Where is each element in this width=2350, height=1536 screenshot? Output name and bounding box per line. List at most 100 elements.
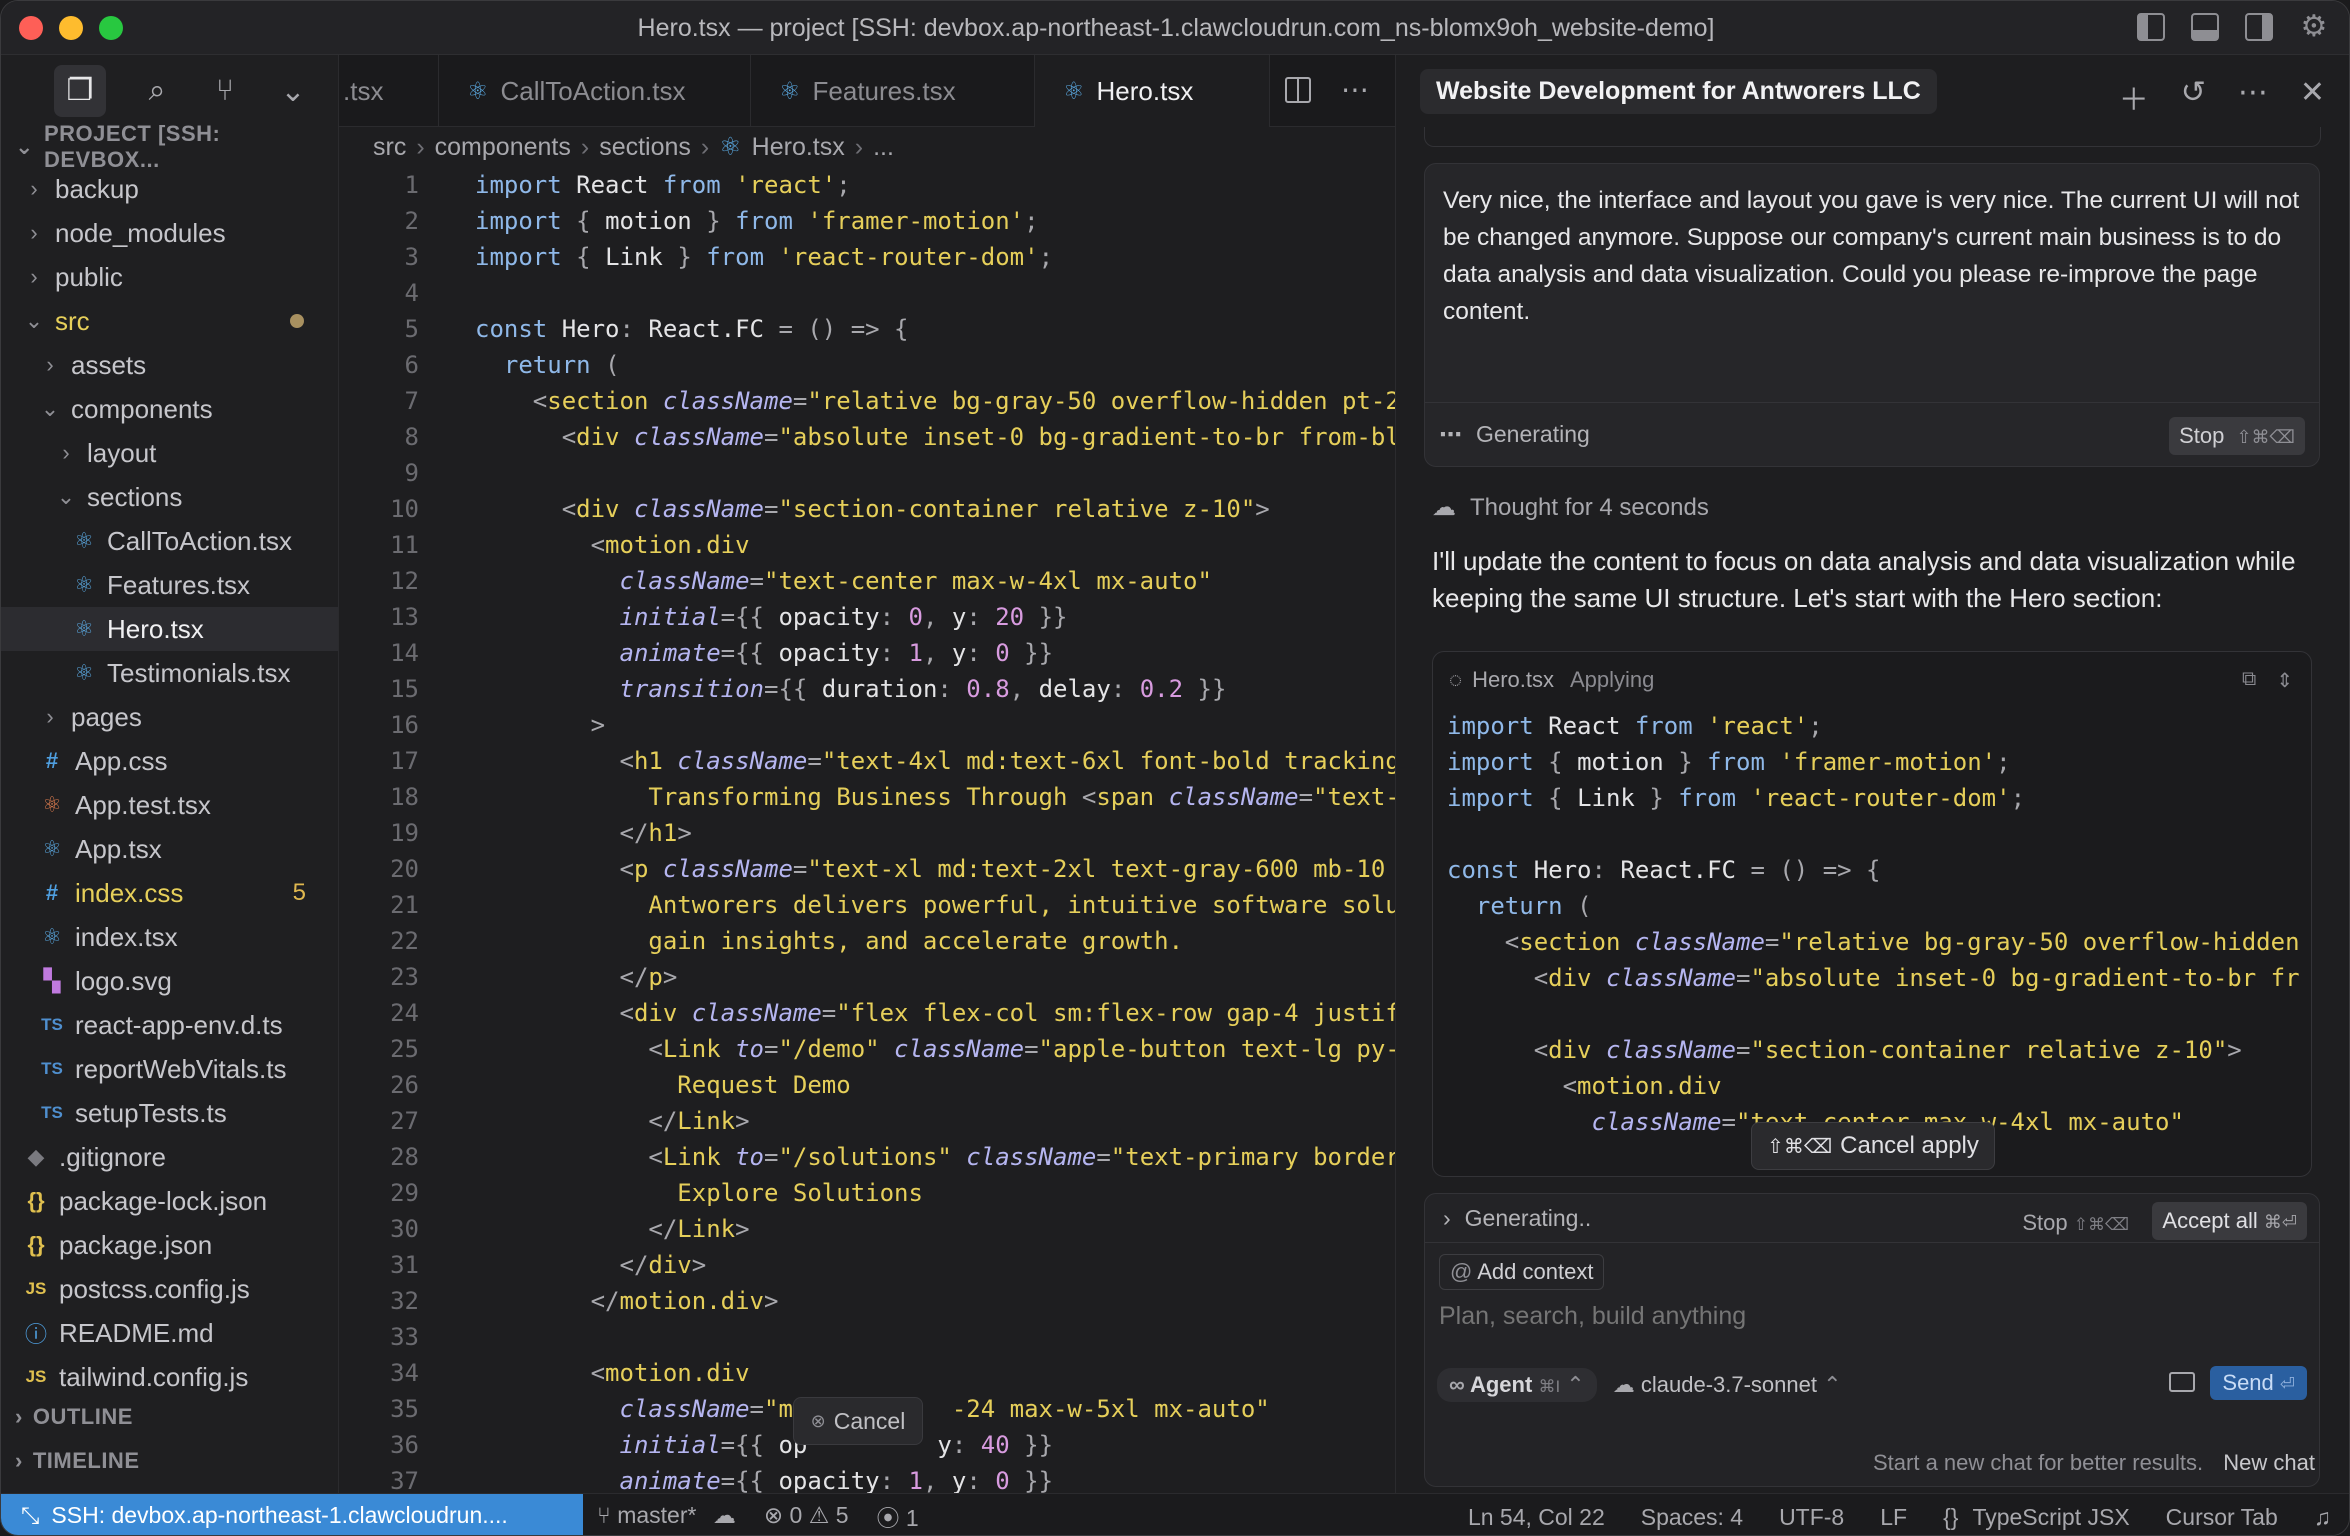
tab-hero[interactable]: ⚛ Hero.tsx <box>1035 55 1270 127</box>
code-line: 12 className="text-center max-w-4xl mx-a… <box>339 563 1395 599</box>
code-card-filename[interactable]: Hero.tsx <box>1472 667 1554 693</box>
cancel-button[interactable]: ⊗ Cancel <box>793 1397 923 1445</box>
agent-mode-selector[interactable]: ∞ Agent ⌘I ⌃ <box>1437 1368 1597 1402</box>
send-button[interactable]: Send ⏎ <box>2210 1366 2307 1400</box>
gear-icon[interactable]: ⚙ <box>2299 12 2329 43</box>
code-token: "text-center max-w-4xl mx-auto" <box>764 567 1212 595</box>
code-text: </p> <box>419 963 678 991</box>
chevron-down-icon[interactable]: ⌄ <box>276 74 310 109</box>
bell-icon[interactable]: ♫ <box>2314 1504 2331 1531</box>
new-chat-link[interactable]: New chat <box>2223 1450 2315 1475</box>
code-token: ; <box>836 171 851 199</box>
encoding[interactable]: UTF-8 <box>1779 1504 1844 1531</box>
tree-item[interactable]: › assets <box>1 343 338 387</box>
code-token: Link <box>677 1215 736 1243</box>
code-token: "apple-button text-lg py- <box>1038 1035 1396 1063</box>
code-area[interactable]: 1 import React from 'react'; 2 import { mot… <box>339 167 1396 1493</box>
toggle-panel-icon[interactable] <box>2191 13 2219 41</box>
tree-item[interactable]: › pages <box>1 695 338 739</box>
tree-item[interactable]: ⚛ App.tsx <box>1 827 338 871</box>
tree-item-label: public <box>55 261 123 292</box>
tree-item[interactable]: ⚛ Testimonials.tsx <box>1 651 338 695</box>
tree-item[interactable]: TS react-app-env.d.ts <box>1 1003 338 1047</box>
tree-item[interactable]: # index.css 5 <box>1 871 338 915</box>
branch-indicator[interactable]: ⑂ master* ☁ <box>597 1502 736 1529</box>
breadcrumb-item[interactable]: sections <box>599 133 691 162</box>
search-icon[interactable]: ⌕ <box>140 74 174 108</box>
close-icon[interactable]: ✕ <box>2300 75 2325 119</box>
chevron-right-icon[interactable]: › <box>1443 1205 1451 1232</box>
breadcrumb-item[interactable]: components <box>435 133 571 162</box>
split-editor-icon[interactable] <box>1285 77 1311 103</box>
tab-calltoaction[interactable]: ⚛ CallToAction.tsx <box>439 55 751 127</box>
timeline-section-header[interactable]: › TIMELINE <box>1 1441 140 1481</box>
tree-item[interactable]: # App.css <box>1 739 338 783</box>
cancel-apply-button[interactable]: ⇧⌘⌫ Cancel apply <box>1751 1122 1995 1170</box>
model-selector[interactable]: ☁ claude-3.7-sonnet ⌃ <box>1613 1372 1842 1398</box>
tree-item[interactable]: ⚛ App.test.tsx <box>1 783 338 827</box>
chat-input[interactable] <box>1439 1302 2139 1331</box>
line-ending[interactable]: LF <box>1880 1504 1907 1531</box>
remote-connection-indicator[interactable]: ⤡ SSH: devbox.ap-northeast-1.clawcloudru… <box>1 1493 583 1535</box>
image-upload-icon[interactable] <box>2169 1372 2195 1392</box>
tree-item[interactable]: ◆ .gitignore <box>1 1135 338 1179</box>
cursor-tab[interactable]: Cursor Tab <box>2166 1504 2278 1531</box>
explorer-files-icon[interactable]: ❐ <box>54 65 106 117</box>
tree-item[interactable]: ⚛ index.tsx <box>1 915 338 959</box>
history-icon[interactable]: ↺ <box>2181 75 2206 119</box>
tab-partial[interactable]: .tsx <box>339 55 439 127</box>
cursor-position[interactable]: Ln 54, Col 22 <box>1468 1504 1605 1531</box>
chat-title[interactable]: Website Development for Antworers LLC <box>1420 68 1937 114</box>
tree-item[interactable]: › node_modules <box>1 211 338 255</box>
tree-item[interactable]: TS reportWebVitals.ts <box>1 1047 338 1091</box>
tree-item[interactable]: JS tailwind.config.js <box>1 1355 338 1399</box>
agent-shortcut: ⌘I <box>1538 1377 1561 1396</box>
source-control-icon[interactable]: ⑂ <box>208 74 242 108</box>
expand-collapse-icon[interactable]: ⇕ <box>2276 668 2293 693</box>
tree-item[interactable]: ⚛ Features.tsx <box>1 563 338 607</box>
stop-button[interactable]: Stop ⇧⌘⌫ <box>2022 1210 2129 1236</box>
more-actions-icon[interactable]: ⋯ <box>1341 73 1369 106</box>
tree-item[interactable]: ⓘ README.md <box>1 1311 338 1355</box>
new-chat-plus-icon[interactable]: ＋ <box>2119 75 2149 119</box>
tree-item[interactable]: ⌄ components <box>1 387 338 431</box>
cancel-apply-label: Cancel apply <box>1840 1132 1979 1159</box>
ports-indicator[interactable]: ⦿ 1 <box>877 1499 919 1533</box>
code-line: 15 transition={{ duration: 0.8, delay: 0… <box>339 671 1395 707</box>
tree-item[interactable]: JS postcss.config.js <box>1 1267 338 1311</box>
line-number: 24 <box>390 999 419 1027</box>
code-token: "absolute inset-0 bg-gradient-to-br fr <box>1750 964 2300 992</box>
accept-all-button[interactable]: Accept all ⌘⏎ <box>2152 1202 2307 1240</box>
toggle-secondary-sidebar-icon[interactable] <box>2245 13 2273 41</box>
thought-indicator[interactable]: ☁ Thought for 4 seconds <box>1432 493 1709 522</box>
add-context-button[interactable]: @ Add context <box>1439 1254 1605 1290</box>
code-token: "relative bg-gray-50 overflow-hidden pt-… <box>807 387 1396 415</box>
tree-item[interactable]: › public <box>1 255 338 299</box>
project-section-header[interactable]: ⌄ PROJECT [SSH: DEVBOX... <box>1 121 338 172</box>
problems-indicator[interactable]: ⊗ 0 ⚠ 5 <box>764 1502 849 1529</box>
outline-section-header[interactable]: › OUTLINE <box>1 1397 133 1437</box>
breadcrumb-item[interactable]: Hero.tsx <box>752 133 845 162</box>
code-line: return ( <box>1447 888 2311 924</box>
language-mode[interactable]: {} TypeScript JSX <box>1943 1504 2130 1531</box>
tree-item[interactable]: ⌄ src <box>1 299 338 343</box>
tree-item[interactable]: ⚛ Hero.tsx <box>1 607 338 651</box>
breadcrumb-item[interactable]: ... <box>873 133 894 162</box>
agent-label: Agent <box>1469 1372 1533 1397</box>
toggle-primary-sidebar-icon[interactable] <box>2137 13 2165 41</box>
tab-features[interactable]: ⚛ Features.tsx <box>751 55 1035 127</box>
problem-count-badge: 5 <box>292 879 306 906</box>
tree-item[interactable]: TS setupTests.ts <box>1 1091 338 1135</box>
more-actions-icon[interactable]: ⋯ <box>2238 75 2268 119</box>
tree-item[interactable]: › backup <box>1 167 338 211</box>
stop-button[interactable]: Stop ⇧⌘⌫ <box>2169 417 2305 455</box>
tree-item[interactable]: {} package.json <box>1 1223 338 1267</box>
tree-item[interactable]: {} package-lock.json <box>1 1179 338 1223</box>
tree-item[interactable]: ⌄ sections <box>1 475 338 519</box>
tree-item[interactable]: ⚛ CallToAction.tsx <box>1 519 338 563</box>
copy-icon[interactable]: ⧉ <box>2242 668 2256 693</box>
breadcrumb-item[interactable]: src <box>373 133 406 162</box>
tree-item[interactable]: › layout <box>1 431 338 475</box>
tree-item[interactable]: ▚ logo.svg <box>1 959 338 1003</box>
indentation[interactable]: Spaces: 4 <box>1641 1504 1743 1531</box>
